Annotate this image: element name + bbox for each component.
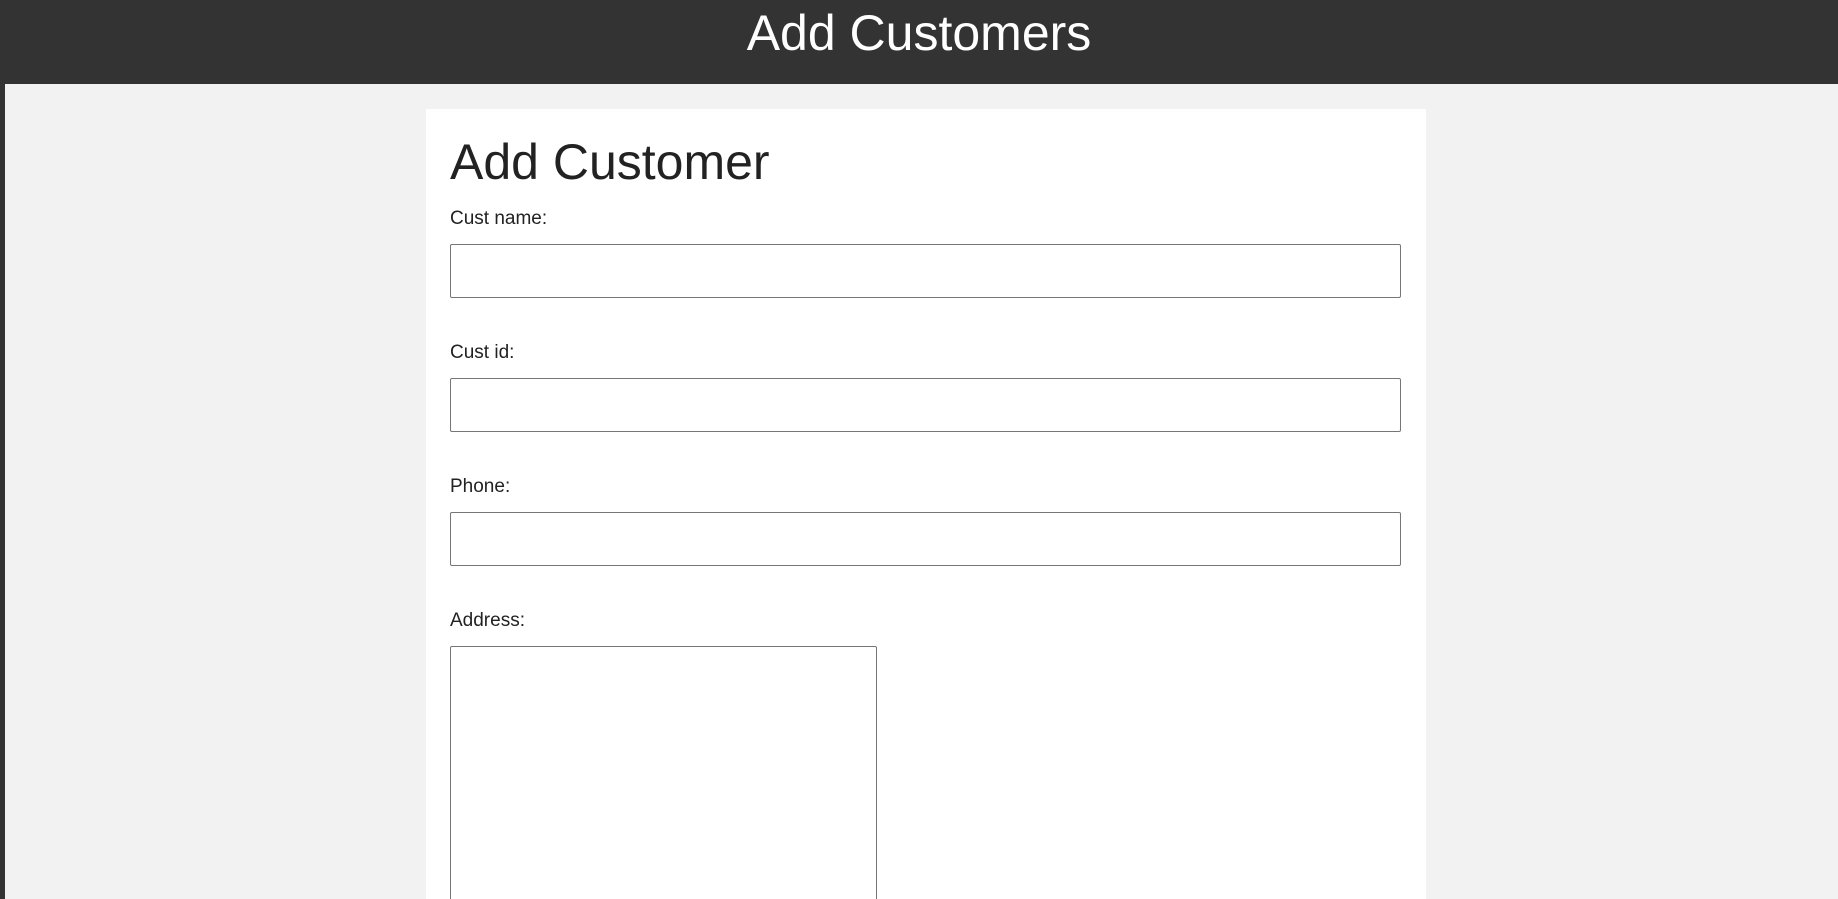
phone-input[interactable] xyxy=(450,512,1401,566)
phone-label: Phone: xyxy=(450,476,511,497)
address-textarea[interactable] xyxy=(450,646,877,899)
form-title: Add Customer xyxy=(450,134,770,190)
cust-name-input[interactable] xyxy=(450,244,1401,298)
add-customer-form: Add Customer Cust name: Cust id: Phone: … xyxy=(426,109,1426,899)
app-header: Add Customers xyxy=(0,0,1838,84)
window-left-edge xyxy=(0,0,5,899)
cust-id-label: Cust id: xyxy=(450,342,515,363)
cust-id-input[interactable] xyxy=(450,378,1401,432)
address-label: Address: xyxy=(450,610,525,631)
cust-name-label: Cust name: xyxy=(450,208,548,229)
page-title: Add Customers xyxy=(746,5,1092,61)
